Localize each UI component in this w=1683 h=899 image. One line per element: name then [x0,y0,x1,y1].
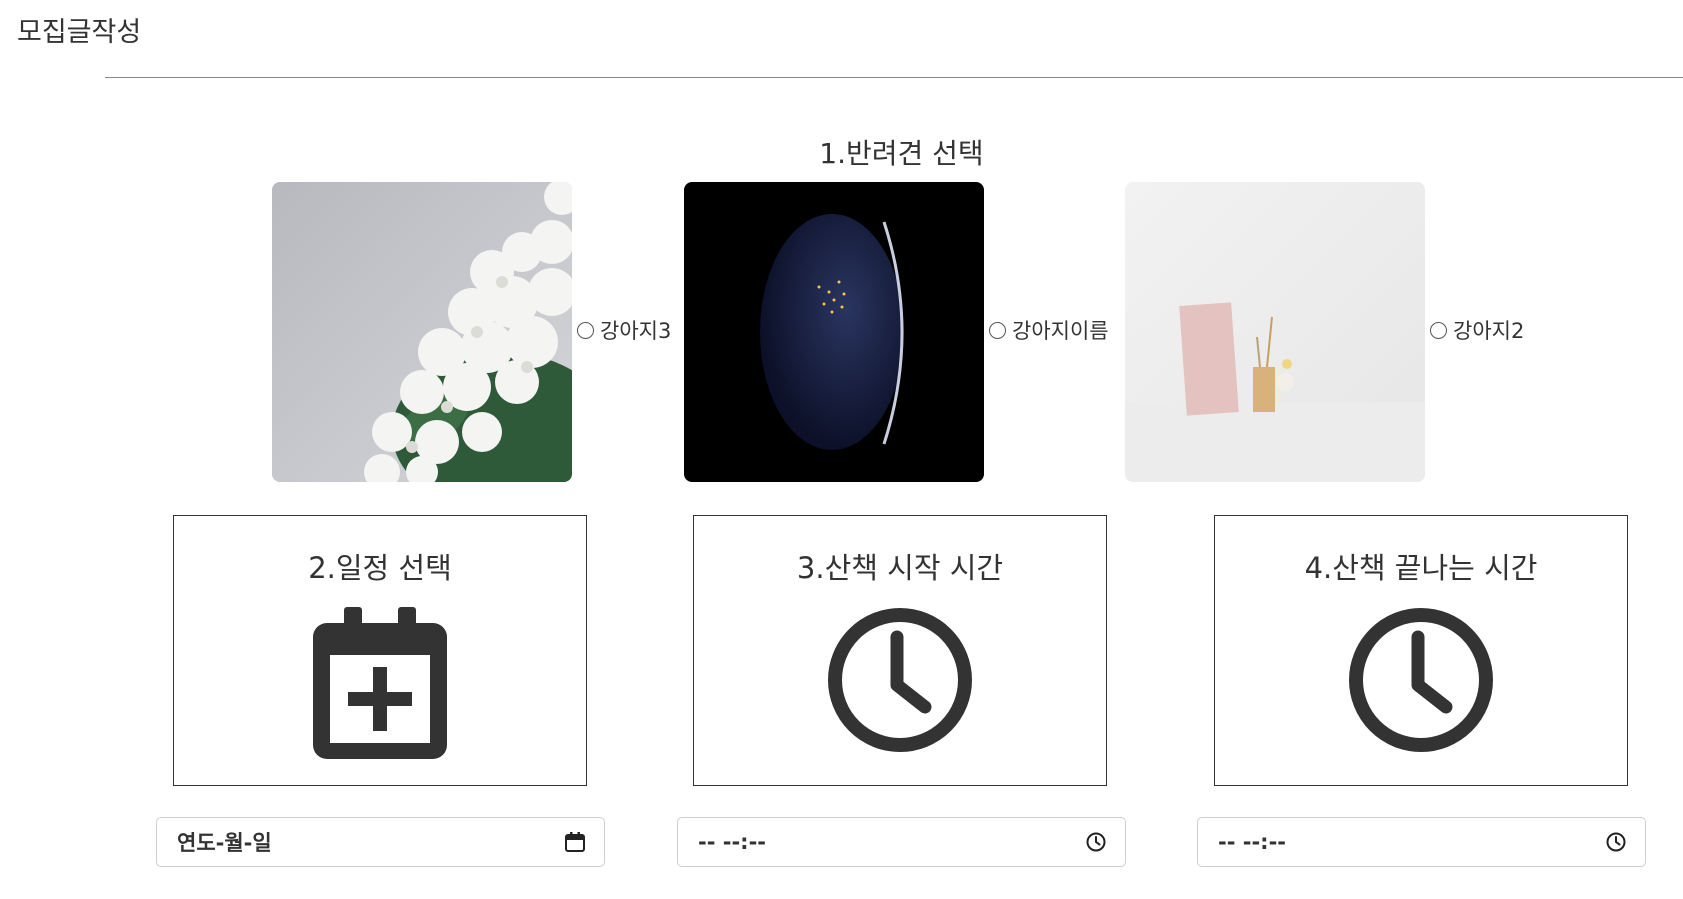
radio-button[interactable] [577,321,594,339]
end-time-input[interactable]: -- --:-- [1197,817,1646,867]
start-time-input-value: -- --:-- [698,830,767,854]
card-title: 4.산책 끝나는 시간 [1304,551,1538,585]
radio-button[interactable] [1430,321,1447,339]
clock-icon[interactable] [1605,831,1627,853]
desk-stationery-photo [1125,182,1425,482]
page-title: 모집글작성 [17,17,142,48]
dog-photo-2[interactable] [684,182,984,482]
clock-icon[interactable] [1085,831,1107,853]
end-time-card[interactable]: 4.산책 끝나는 시간 [1214,515,1628,786]
dog-option-2[interactable]: 강아지이름 [989,315,1109,345]
radio-button[interactable] [989,321,1006,339]
start-time-card[interactable]: 3.산책 시작 시간 [693,515,1107,786]
page: 모집글작성 1.반려견 선택 강아지3 강아지이름 강아지2 2.일정 선택 3… [0,0,1683,899]
calendar-plus-icon [313,607,447,763]
header-divider [105,77,1683,78]
start-time-input[interactable]: -- --:-- [677,817,1126,867]
schedule-select-card[interactable]: 2.일정 선택 [173,515,587,786]
dog-option-1[interactable]: 강아지3 [577,315,671,345]
clock-icon [827,607,973,757]
dog-name-label: 강아지2 [1453,319,1525,343]
dog-select-title: 1.반려견 선택 [819,137,984,170]
dog-option-3[interactable]: 강아지2 [1430,315,1524,345]
date-input[interactable]: 연도-월-일 [156,817,605,867]
dog-photo-1[interactable] [272,182,572,482]
white-flowers-photo [272,182,572,482]
dog-name-label: 강아지이름 [1012,319,1109,343]
card-title: 3.산책 시작 시간 [796,551,1004,585]
end-time-input-value: -- --:-- [1218,830,1287,854]
date-input-value: 연도-월-일 [177,831,272,855]
dog-photo-3[interactable] [1125,182,1425,482]
dog-name-label: 강아지3 [600,319,672,343]
calendar-icon[interactable] [564,831,586,853]
card-title: 2.일정 선택 [308,551,452,585]
clock-icon [1348,607,1494,757]
earth-at-night-photo [684,182,984,482]
